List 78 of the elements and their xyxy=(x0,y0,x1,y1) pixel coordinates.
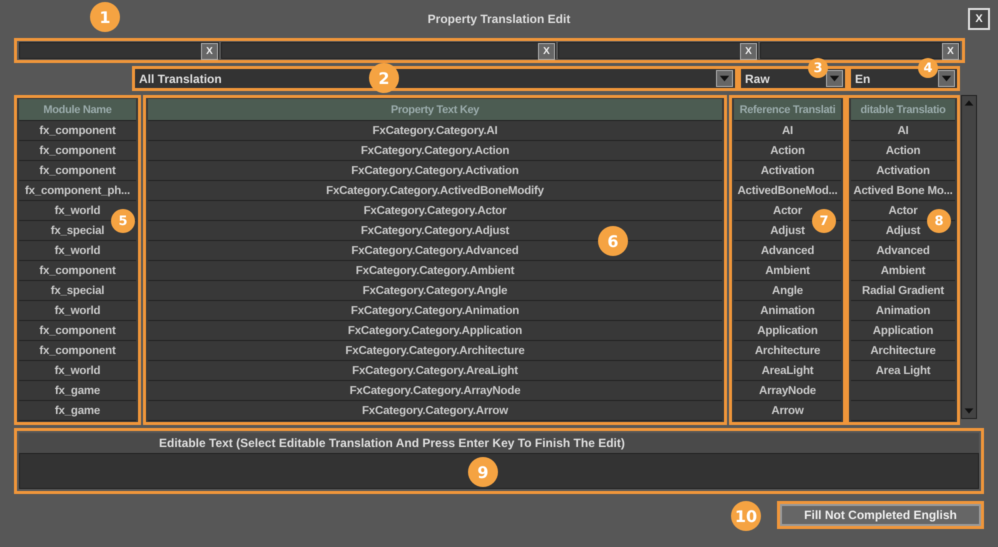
table-cell[interactable]: Adjust xyxy=(770,224,805,236)
table-cell[interactable]: Advanced xyxy=(760,244,814,256)
clear-button[interactable]: X xyxy=(740,43,757,60)
table-cell[interactable]: FxCategory.Category.AreaLight xyxy=(352,364,518,376)
table-cell[interactable]: fx_world xyxy=(54,364,100,376)
table-cell[interactable]: fx_game xyxy=(54,404,100,416)
column-header: Property Text Key xyxy=(148,99,722,121)
table-cell[interactable]: Adjust xyxy=(886,224,920,236)
table-cell[interactable]: fx_component xyxy=(39,164,116,176)
table-cell[interactable]: fx_special xyxy=(50,284,104,296)
table-cell[interactable]: Application xyxy=(872,324,934,336)
table-cell[interactable]: FxCategory.Category.Ambient xyxy=(356,264,514,276)
table-cell[interactable]: FxCategory.Category.Activation xyxy=(351,164,519,176)
filter-field[interactable]: X xyxy=(760,42,960,59)
table-cell[interactable]: Area Light xyxy=(876,364,930,376)
table-cell[interactable]: FxCategory.Category.Animation xyxy=(350,304,520,316)
close-button[interactable]: X xyxy=(968,8,990,30)
edit-panel-title: Editable Text (Select Editable Translation And Press Enter Key To Finish The Edit) xyxy=(19,433,979,453)
table-cell[interactable]: fx_world xyxy=(54,244,100,256)
table-cell[interactable]: ArrayNode xyxy=(759,384,816,396)
table-cell[interactable]: fx_world xyxy=(54,204,100,216)
table-cell[interactable]: Actor xyxy=(772,204,802,216)
table-cell[interactable]: Action xyxy=(886,144,920,156)
table-cell[interactable]: FxCategory.Category.Arrow xyxy=(362,404,508,416)
callout-marker: 2 xyxy=(369,63,399,93)
table-cell[interactable]: fx_component xyxy=(39,324,116,336)
table-cell[interactable]: Animation xyxy=(876,304,930,316)
clear-button[interactable]: X xyxy=(201,43,218,60)
table-cell[interactable]: Activation xyxy=(876,164,930,176)
table-cell[interactable]: AreaLight xyxy=(762,364,814,376)
table-cell[interactable]: FxCategory.Category.ArrayNode xyxy=(350,384,520,396)
table-cell[interactable]: ActivedBoneMod... xyxy=(737,184,838,196)
table-cell[interactable]: Action xyxy=(770,144,805,156)
clear-button[interactable]: X xyxy=(538,43,555,60)
table-cell[interactable]: fx_component xyxy=(39,124,116,136)
column-header: Reference Translati xyxy=(734,99,841,121)
table-cell[interactable]: FxCategory.Category.Angle xyxy=(362,284,508,296)
table-cell[interactable]: FxCategory.Category.Architecture xyxy=(345,344,525,356)
column-header: Module Name xyxy=(19,99,136,121)
table-cell[interactable]: FxCategory.Category.Adjust xyxy=(360,224,510,236)
table-cell[interactable]: AI xyxy=(897,124,909,136)
table-cell[interactable]: fx_world xyxy=(54,304,100,316)
table-cell[interactable]: FxCategory.Category.Advanced xyxy=(351,244,519,256)
table-cell[interactable]: Animation xyxy=(760,304,815,316)
table-cell[interactable]: FxCategory.Category.Action xyxy=(360,144,510,156)
filter-field[interactable]: X xyxy=(221,42,556,59)
table-cell[interactable]: fx_component xyxy=(39,264,116,276)
table-cell[interactable]: Architecture xyxy=(754,344,820,356)
table-cell[interactable]: Ambient xyxy=(765,264,810,276)
column-header: ditable Translatio xyxy=(851,99,955,121)
clear-button[interactable]: X xyxy=(942,43,959,60)
table-cell[interactable]: fx_special xyxy=(50,224,104,236)
table-cell[interactable]: Ambient xyxy=(880,264,926,276)
edit-text-field[interactable] xyxy=(19,453,979,489)
table-cell[interactable]: FxCategory.Category.Actor xyxy=(364,204,506,216)
table-cell[interactable]: Radial Gradient xyxy=(862,284,944,296)
table-cell[interactable]: Architecture xyxy=(870,344,936,356)
table-cell[interactable]: Advanced xyxy=(876,244,930,256)
table-cell[interactable]: Actor xyxy=(888,204,918,216)
fill-button[interactable]: Fill Not Completed English xyxy=(777,501,984,529)
window-title: Property Translation Edit xyxy=(428,12,570,26)
callout-marker: 1 xyxy=(90,2,120,32)
table-cell[interactable]: FxCategory.Category.AI xyxy=(372,124,498,136)
table-cell[interactable]: AI xyxy=(782,124,794,136)
table-cell[interactable]: fx_component_ph... xyxy=(24,184,130,196)
table-cell[interactable]: FxCategory.Category.ActivedBoneModify xyxy=(326,184,544,196)
callout-marker: 10 xyxy=(731,501,761,531)
table-cell[interactable]: fx_component xyxy=(39,144,116,156)
table-cell[interactable]: Actived Bone Mo... xyxy=(853,184,953,196)
table-cell[interactable]: Arrow xyxy=(771,404,804,416)
table-cell[interactable]: fx_game xyxy=(54,384,100,396)
table-cell[interactable]: fx_component xyxy=(39,344,116,356)
filter-field[interactable]: X xyxy=(19,42,219,59)
table-cell[interactable]: Application xyxy=(757,324,818,336)
table-cell[interactable]: Activation xyxy=(760,164,814,176)
filter-field[interactable]: X xyxy=(558,42,758,59)
table-cell[interactable]: FxCategory.Category.Application xyxy=(348,324,522,336)
table-cell[interactable]: Angle xyxy=(772,284,803,296)
